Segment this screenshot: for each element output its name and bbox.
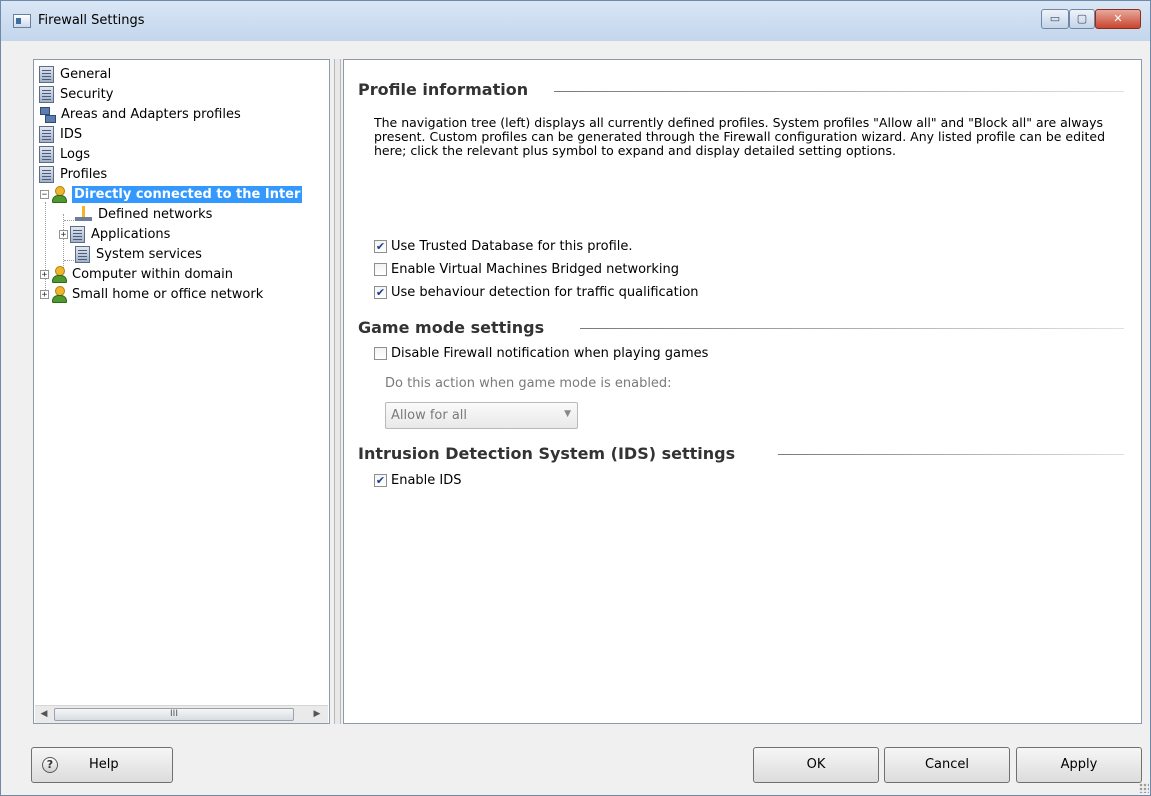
tree-item-label: IDS	[60, 126, 83, 142]
title-bar[interactable]: Firewall Settings ▭ ▢ ✕	[1, 1, 1150, 41]
tree-item-logs[interactable]: Logs	[39, 144, 90, 164]
user-profile-icon	[51, 286, 67, 303]
scroll-right-arrow-icon[interactable]: ▶	[308, 706, 326, 723]
document-list-icon	[70, 225, 85, 243]
section-divider	[580, 328, 1124, 329]
section-divider	[778, 454, 1124, 455]
profile-description: The navigation tree (left) displays all …	[374, 115, 1106, 158]
section-divider	[554, 91, 1124, 92]
tree-item-system-services[interactable]: System services	[75, 244, 202, 264]
tree-item-label: General	[60, 66, 112, 82]
tree-item-label: Logs	[60, 146, 90, 162]
tree-item-label: Profiles	[60, 166, 108, 182]
tree-item-label: System services	[96, 246, 202, 262]
option-behaviour-detection[interactable]: ✔ Use behaviour detection for traffic qu…	[374, 285, 699, 300]
apply-button[interactable]: Apply	[1016, 747, 1142, 783]
tree-item-profiles[interactable]: Profiles	[39, 164, 107, 184]
resize-grip-icon[interactable]	[1139, 783, 1149, 793]
tree-item-applications[interactable]: + Applications	[59, 224, 170, 244]
document-list-icon	[75, 245, 90, 263]
network-adapter-icon	[75, 206, 93, 222]
panel-splitter[interactable]	[334, 59, 341, 724]
cancel-button[interactable]: Cancel	[884, 747, 1010, 783]
game-mode-action-select[interactable]: Allow for all ▼	[385, 402, 578, 429]
section-title-ids: Intrusion Detection System (IDS) setting…	[358, 444, 736, 463]
profile-settings-panel: Profile information The navigation tree …	[343, 59, 1142, 724]
tree-item-areas-adapters[interactable]: Areas and Adapters profiles	[39, 104, 241, 124]
tree-horizontal-scrollbar[interactable]: ◀ III ▶	[35, 705, 328, 723]
tree-item-defined-networks[interactable]: Defined networks	[75, 204, 212, 224]
option-enable-ids[interactable]: ✔ Enable IDS	[374, 473, 462, 488]
scroll-left-arrow-icon[interactable]: ◀	[35, 706, 53, 723]
tree-item-label: Small home or office network	[72, 286, 264, 302]
document-list-icon	[39, 125, 54, 143]
user-profile-icon	[51, 266, 67, 283]
close-button[interactable]: ✕	[1095, 9, 1141, 29]
help-icon: ?	[42, 757, 58, 773]
help-button-label: Help	[89, 757, 119, 772]
firewall-settings-window: Firewall Settings ▭ ▢ ✕ General Security…	[0, 0, 1151, 796]
checkbox-unchecked-icon[interactable]	[374, 263, 387, 276]
help-button[interactable]: ? Help	[31, 747, 173, 783]
tree-item-label: Security	[60, 86, 114, 102]
expand-toggle[interactable]: +	[59, 229, 68, 239]
option-disable-notification-games[interactable]: Disable Firewall notification when playi…	[374, 346, 708, 361]
tree-item-general[interactable]: General	[39, 64, 111, 84]
document-list-icon	[39, 65, 54, 83]
expand-toggle[interactable]: +	[40, 289, 49, 299]
option-use-trusted-database[interactable]: ✔ Use Trusted Database for this profile.	[374, 239, 633, 254]
checkbox-checked-icon[interactable]: ✔	[374, 474, 387, 487]
tree-item-small-home-office[interactable]: + Small home or office network	[40, 284, 263, 304]
app-icon	[13, 14, 31, 28]
option-label: Disable Firewall notification when playi…	[391, 346, 709, 361]
expand-toggle[interactable]: +	[40, 269, 49, 279]
checkbox-unchecked-icon[interactable]	[374, 347, 387, 360]
window-title: Firewall Settings	[38, 13, 145, 28]
checkbox-checked-icon[interactable]: ✔	[374, 286, 387, 299]
document-list-icon	[39, 145, 54, 163]
option-label: Enable IDS	[391, 473, 462, 488]
scrollbar-thumb[interactable]: III	[54, 708, 294, 721]
checkbox-checked-icon[interactable]: ✔	[374, 240, 387, 253]
document-list-icon	[39, 165, 54, 183]
select-value: Allow for all	[391, 408, 468, 423]
game-mode-action-label: Do this action when game mode is enabled…	[385, 376, 672, 391]
tree-item-directly-connected[interactable]: − Directly connected to the Inter	[40, 184, 303, 204]
tree-item-label: Directly connected to the Inter	[72, 185, 303, 203]
maximize-button[interactable]: ▢	[1069, 9, 1095, 29]
tree-item-label: Defined networks	[98, 206, 213, 222]
tree-guide-line	[64, 260, 74, 261]
option-enable-vm-bridged[interactable]: Enable Virtual Machines Bridged networki…	[374, 262, 679, 277]
option-label: Use behaviour detection for traffic qual…	[391, 285, 699, 300]
section-title-profile-information: Profile information	[358, 80, 529, 99]
option-label: Use Trusted Database for this profile.	[391, 239, 633, 254]
ok-button[interactable]: OK	[753, 747, 879, 783]
navigation-tree-panel: General Security Areas and Adapters prof…	[33, 59, 330, 724]
document-list-icon	[39, 85, 54, 103]
tree-item-security[interactable]: Security	[39, 84, 113, 104]
tree-item-label: Areas and Adapters profiles	[61, 106, 241, 122]
tree-item-computer-within-domain[interactable]: + Computer within domain	[40, 264, 233, 284]
tree-guide-line	[64, 220, 74, 221]
collapse-toggle[interactable]: −	[40, 189, 49, 199]
tree-item-label: Computer within domain	[72, 266, 234, 282]
network-icon	[39, 106, 56, 123]
user-profile-icon	[51, 186, 67, 203]
section-title-game-mode: Game mode settings	[358, 318, 545, 337]
chevron-down-icon: ▼	[564, 409, 571, 419]
option-label: Enable Virtual Machines Bridged networki…	[391, 262, 680, 277]
tree-item-ids[interactable]: IDS	[39, 124, 82, 144]
minimize-button[interactable]: ▭	[1041, 9, 1069, 29]
tree-item-label: Applications	[91, 226, 171, 242]
